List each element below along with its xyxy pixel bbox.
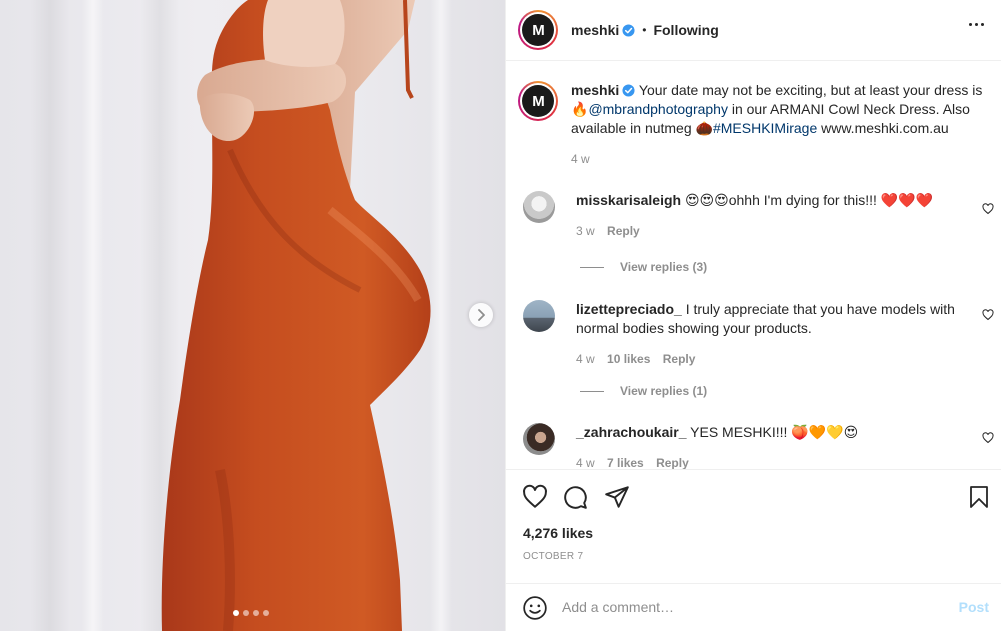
bookmark-icon[interactable] <box>967 484 991 510</box>
avatar[interactable] <box>523 191 555 223</box>
caption-text: Your date may not be exciting, but at le… <box>635 82 983 98</box>
comment-age: 3 w <box>576 224 595 238</box>
heart-icon[interactable] <box>982 309 994 321</box>
dress-figure <box>161 0 431 631</box>
divider <box>580 266 604 268</box>
divider <box>580 390 604 392</box>
comment-text: 😍😍😍ohhh I'm dying for this!!! ❤️❤️❤️ <box>684 192 934 208</box>
comment-likes[interactable]: 7 likes <box>607 456 644 469</box>
comments-list[interactable]: M meshki Your date may not be exciting, … <box>506 61 1001 469</box>
brand-logo: M <box>522 14 554 46</box>
comment-username[interactable]: lizettepreciado_ <box>576 301 682 317</box>
caption-age: 4 w <box>571 152 590 166</box>
comment-icon[interactable] <box>562 484 588 510</box>
instagram-post: M meshki • Following M meshki Your date … <box>0 0 1001 631</box>
likes-count[interactable]: 4,276 likes <box>523 525 593 541</box>
view-replies-button[interactable]: View replies (1) <box>580 384 707 398</box>
post-side-panel: M meshki • Following M meshki Your date … <box>505 0 1001 631</box>
comment-text: YES MESHKI!!! 🍑🧡💛😍 <box>686 424 859 440</box>
carousel-indicator <box>233 610 269 616</box>
heart-icon[interactable] <box>982 203 994 215</box>
following-button[interactable]: Following <box>653 22 718 38</box>
post-image[interactable] <box>0 0 505 631</box>
comment-item: misskarisaleigh 😍😍😍ohhh I'm dying for th… <box>523 191 994 241</box>
author-username[interactable]: meshki <box>571 22 619 38</box>
reply-button[interactable]: Reply <box>656 456 689 469</box>
caption-username[interactable]: meshki <box>571 82 619 98</box>
more-options-button[interactable] <box>969 23 984 26</box>
post-button[interactable]: Post <box>959 599 989 615</box>
carousel-dot <box>233 610 239 616</box>
action-bar: 4,276 likes OCTOBER 7 <box>506 469 1001 583</box>
comment-username[interactable]: _zahrachoukair_ <box>576 424 687 440</box>
mention-link[interactable]: @mbrandphotography <box>588 101 728 117</box>
more-icon <box>969 23 972 26</box>
separator-dot: • <box>642 23 647 37</box>
more-icon-dot <box>981 23 984 26</box>
verified-badge-icon <box>622 23 635 37</box>
avatar[interactable] <box>523 423 555 455</box>
post-date: OCTOBER 7 <box>523 551 584 562</box>
post-caption: M meshki Your date may not be exciting, … <box>518 81 998 169</box>
carousel-dot <box>263 610 269 616</box>
share-icon[interactable] <box>604 484 630 510</box>
brand-logo: M <box>522 85 554 117</box>
view-replies-label: View replies (3) <box>620 260 708 274</box>
avatar[interactable]: M <box>518 10 558 50</box>
comment-age: 4 w <box>576 352 595 366</box>
avatar[interactable]: M <box>518 81 558 121</box>
comment-item: _zahrachoukair_ YES MESHKI!!! 🍑🧡💛😍 4 w 7… <box>523 423 994 469</box>
heart-icon[interactable] <box>982 432 994 444</box>
post-header: M meshki • Following <box>506 0 1001 61</box>
emoji-icon[interactable] <box>522 595 548 621</box>
view-replies-label: View replies (1) <box>620 384 708 398</box>
reply-button[interactable]: Reply <box>607 224 640 238</box>
more-icon-dot <box>975 23 978 26</box>
carousel-dot <box>253 610 259 616</box>
comment-input[interactable] <box>562 597 942 617</box>
reply-button[interactable]: Reply <box>663 352 696 366</box>
comment-age: 4 w <box>576 456 595 469</box>
comment-composer: Post <box>506 583 1001 631</box>
hashtag-link[interactable]: #MESHKIMirage <box>713 120 817 136</box>
comment-likes[interactable]: 10 likes <box>607 352 650 366</box>
caption-text: www.meshki.com.au <box>817 120 949 136</box>
comment-username[interactable]: misskarisaleigh <box>576 192 681 208</box>
carousel-dot <box>243 610 249 616</box>
fire-emoji: 🔥 <box>571 101 589 117</box>
heart-icon[interactable] <box>522 484 548 510</box>
comment-item: lizettepreciado_ I truly appreciate that… <box>523 300 994 369</box>
chevron-right-icon <box>478 309 485 321</box>
nutmeg-emoji: 🌰 <box>695 120 713 136</box>
view-replies-button[interactable]: View replies (3) <box>580 260 707 274</box>
verified-badge-icon <box>622 84 635 97</box>
next-image-button[interactable] <box>469 303 493 327</box>
avatar[interactable] <box>523 300 555 332</box>
